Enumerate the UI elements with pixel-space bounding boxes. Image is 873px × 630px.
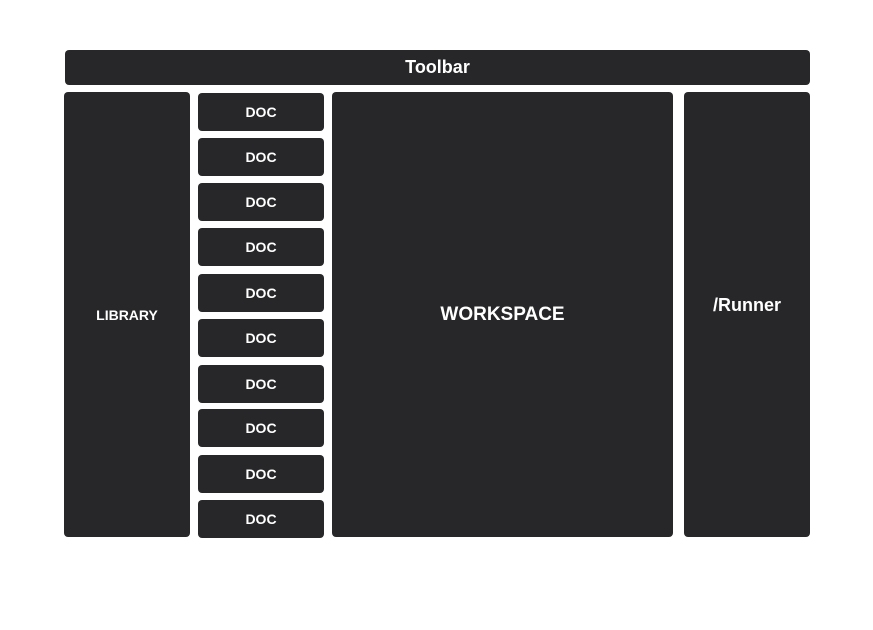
doc-item[interactable]: DOC	[198, 455, 324, 493]
doc-item[interactable]: DOC	[198, 183, 324, 221]
doc-label: DOC	[245, 149, 277, 165]
doc-label: DOC	[245, 330, 277, 346]
runner-panel[interactable]: /Runner	[684, 92, 810, 537]
toolbar-bar[interactable]: Toolbar	[65, 50, 810, 85]
doc-item[interactable]: DOC	[198, 138, 324, 176]
doc-item[interactable]: DOC	[198, 274, 324, 312]
doc-item[interactable]: DOC	[198, 365, 324, 403]
workspace-label: WORKSPACE	[440, 303, 565, 325]
doc-item[interactable]: DOC	[198, 409, 324, 447]
doc-label: DOC	[245, 511, 277, 527]
doc-label: DOC	[245, 239, 277, 255]
workspace-panel[interactable]: WORKSPACE	[332, 92, 673, 537]
doc-label: DOC	[245, 285, 277, 301]
library-label: LIBRARY	[96, 306, 158, 323]
doc-item[interactable]: DOC	[198, 500, 324, 538]
library-panel[interactable]: LIBRARY	[64, 92, 190, 537]
doc-label: DOC	[245, 194, 277, 210]
doc-item[interactable]: DOC	[198, 93, 324, 131]
doc-item[interactable]: DOC	[198, 228, 324, 266]
runner-label: /Runner	[712, 295, 781, 315]
doc-label: DOC	[245, 376, 277, 392]
doc-label: DOC	[245, 420, 277, 436]
toolbar-label: Toolbar	[405, 57, 470, 77]
doc-item[interactable]: DOC	[198, 319, 324, 357]
doc-label: DOC	[245, 466, 277, 482]
doc-label: DOC	[245, 104, 277, 120]
